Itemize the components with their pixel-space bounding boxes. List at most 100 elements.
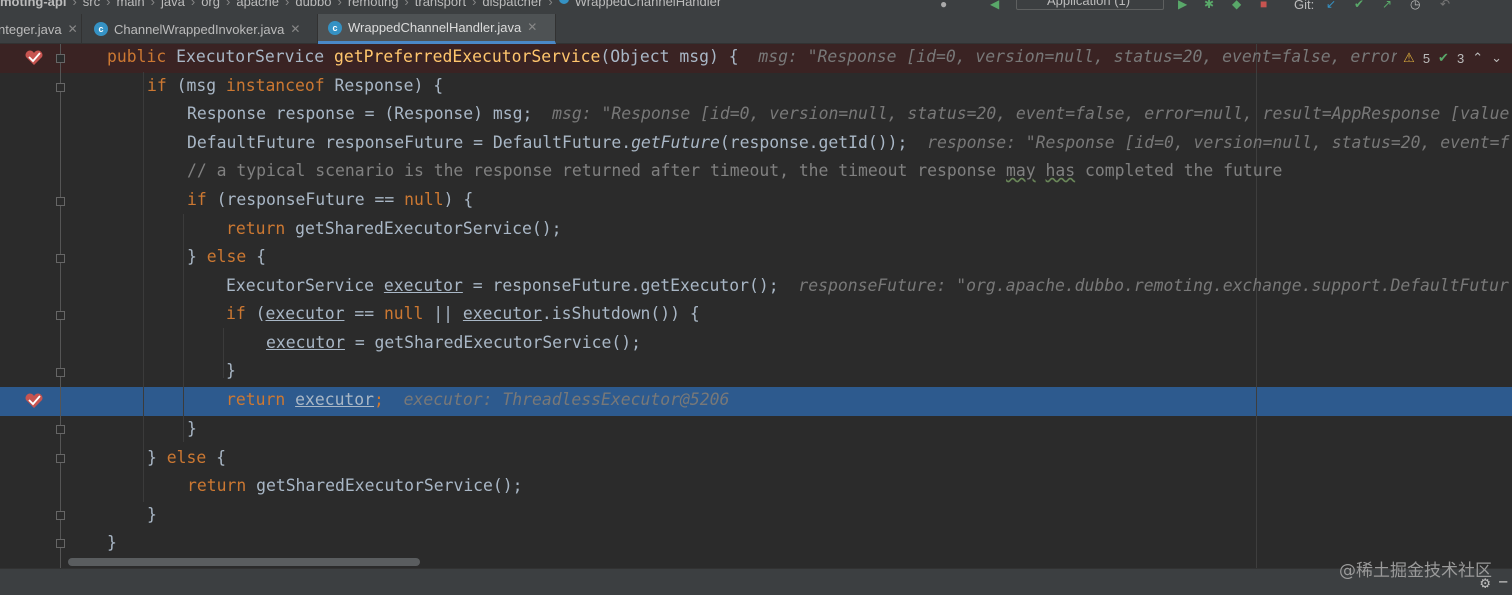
git-commit-icon[interactable]: ✔ — [1354, 0, 1364, 11]
stop-icon[interactable]: ■ — [1260, 0, 1267, 11]
code-line: public ExecutorService getPreferredExecu… — [107, 47, 1400, 66]
fold-marker[interactable] — [56, 311, 65, 320]
tab-channel-wrapped-invoker[interactable]: c ChannelWrappedInvoker.java ✕ — [82, 14, 318, 44]
code-text: (responseFuture == — [206, 190, 405, 209]
fold-marker[interactable] — [56, 83, 65, 92]
keyword: if — [147, 76, 167, 95]
keyword: public — [107, 47, 167, 66]
code-text: DefaultFuture responseFuture = DefaultFu… — [187, 133, 632, 152]
tab-wrapped-channel-handler[interactable]: c WrappedChannelHandler.java ✕ — [318, 14, 556, 44]
run-icon[interactable]: ▶ — [1178, 0, 1187, 11]
fold-marker[interactable] — [56, 54, 65, 63]
code-line: Response response = (Response) msg; msg:… — [187, 104, 1509, 123]
tab-integer[interactable]: nteger.java ✕ — [0, 14, 82, 44]
code-text: ExecutorService — [226, 276, 384, 295]
history-icon[interactable]: ◷ — [1410, 0, 1420, 11]
method-name: getFuture — [631, 133, 720, 152]
class-icon: c — [328, 20, 342, 35]
breakpoint-icon[interactable] — [25, 393, 43, 409]
breadcrumb-item[interactable]: src — [83, 0, 100, 9]
close-icon[interactable]: ✕ — [527, 13, 537, 42]
code-text: = getSharedExecutorService(); — [344, 333, 641, 352]
chevron-down-icon[interactable]: ⌄ — [1491, 50, 1502, 66]
code-line: DefaultFuture responseFuture = DefaultFu… — [187, 133, 1509, 152]
run-configuration-select[interactable]: Application (1) — [1016, 0, 1164, 10]
gutter-divider — [60, 44, 61, 568]
code-text: == — [344, 304, 384, 323]
breakpoint-icon[interactable] — [25, 50, 43, 66]
inline-debug-value: executor: ThreadlessExecutor@5206 — [403, 390, 730, 409]
keyword: if — [187, 190, 207, 209]
variable: executor — [265, 304, 345, 323]
git-push-icon[interactable]: ↗ — [1382, 0, 1392, 11]
indent-guide — [223, 328, 224, 378]
keyword: return — [226, 390, 286, 409]
fold-marker[interactable] — [56, 539, 65, 548]
inline-debug-value: msg: "Response [id=0, version=null, stat… — [758, 47, 1400, 66]
back-icon[interactable]: ◀ — [990, 0, 999, 11]
keyword: else — [206, 247, 247, 266]
status-bar — [0, 568, 1512, 595]
code-line: } — [147, 505, 157, 524]
ok-count: 3 — [1456, 50, 1465, 66]
inspection-widget[interactable]: ⚠ 5 ✔ 3 ⌃ ⌄ — [1397, 50, 1512, 66]
fold-marker[interactable] — [56, 254, 65, 263]
keyword: null — [404, 190, 444, 209]
fold-marker[interactable] — [56, 454, 65, 463]
debug-icon[interactable]: ✱ — [1204, 0, 1214, 11]
breadcrumb-item[interactable]: moting-api — [0, 0, 66, 9]
code-line: } — [226, 361, 236, 380]
code-line: return getSharedExecutorService(); — [226, 219, 562, 238]
inline-debug-value: responseFuture: "org.apache.dubbo.remoti… — [798, 276, 1509, 295]
code-text: (response.getId()); — [719, 133, 908, 152]
keyword: else — [166, 448, 207, 467]
breadcrumb-item[interactable]: apache — [236, 0, 279, 9]
code-text: getSharedExecutorService(); — [246, 476, 523, 495]
keyword: instanceof — [225, 76, 325, 95]
check-icon: ✔ — [1438, 50, 1449, 65]
warning-count: 5 — [1422, 50, 1431, 66]
close-icon[interactable]: ✕ — [290, 15, 300, 44]
tab-label: WrappedChannelHandler.java — [348, 20, 522, 35]
variable: executor — [383, 276, 463, 295]
code-text: || — [423, 304, 463, 323]
code-text: { — [246, 247, 266, 266]
code-editor[interactable]: public ExecutorService getPreferredExecu… — [0, 44, 1512, 568]
minimize-icon[interactable]: − — [1498, 572, 1508, 591]
code-line: } else { — [147, 448, 226, 467]
user-icon[interactable]: ● — [940, 0, 947, 11]
comment-text: may — [1006, 161, 1036, 180]
code-text: Response response = (Response) msg; — [187, 104, 533, 123]
fold-marker[interactable] — [56, 197, 65, 206]
breadcrumb-item[interactable]: remoting — [348, 0, 399, 9]
code-comment: // a typical scenario is the response re… — [187, 161, 1282, 180]
breadcrumb-item[interactable]: WrappedChannelHandler — [575, 0, 721, 9]
fold-marker[interactable] — [56, 425, 65, 434]
fold-marker[interactable] — [56, 511, 65, 520]
coverage-icon[interactable]: ◆ — [1232, 0, 1241, 11]
git-update-icon[interactable]: ↙ — [1326, 0, 1336, 11]
breadcrumb-item[interactable]: dispatcher — [482, 0, 542, 9]
breadcrumb-item[interactable]: java — [161, 0, 185, 9]
class-icon — [558, 0, 569, 4]
settings-icon[interactable]: ⚙ — [1480, 573, 1490, 592]
breadcrumb-item[interactable]: dubbo — [295, 0, 331, 9]
code-text: } — [226, 361, 236, 380]
close-icon[interactable]: ✕ — [68, 15, 78, 44]
code-text: .isShutdown()) { — [541, 304, 700, 323]
code-text: = responseFuture.getExecutor(); — [462, 276, 779, 295]
breadcrumb-item[interactable]: transport — [415, 0, 466, 9]
code-line: } else { — [187, 247, 266, 266]
keyword: return — [226, 219, 286, 238]
chevron-up-icon[interactable]: ⌃ — [1472, 50, 1483, 66]
horizontal-scrollbar[interactable] — [68, 558, 420, 566]
breadcrumb-item[interactable]: org — [201, 0, 220, 9]
warning-icon: ⚠ — [1403, 50, 1415, 65]
git-label: Git: — [1294, 0, 1315, 12]
breadcrumb-item[interactable]: main — [116, 0, 144, 9]
code-text: ) { — [443, 190, 474, 209]
keyword: null — [383, 304, 424, 323]
fold-marker[interactable] — [56, 368, 65, 377]
rollback-icon[interactable]: ↶ — [1440, 0, 1450, 11]
